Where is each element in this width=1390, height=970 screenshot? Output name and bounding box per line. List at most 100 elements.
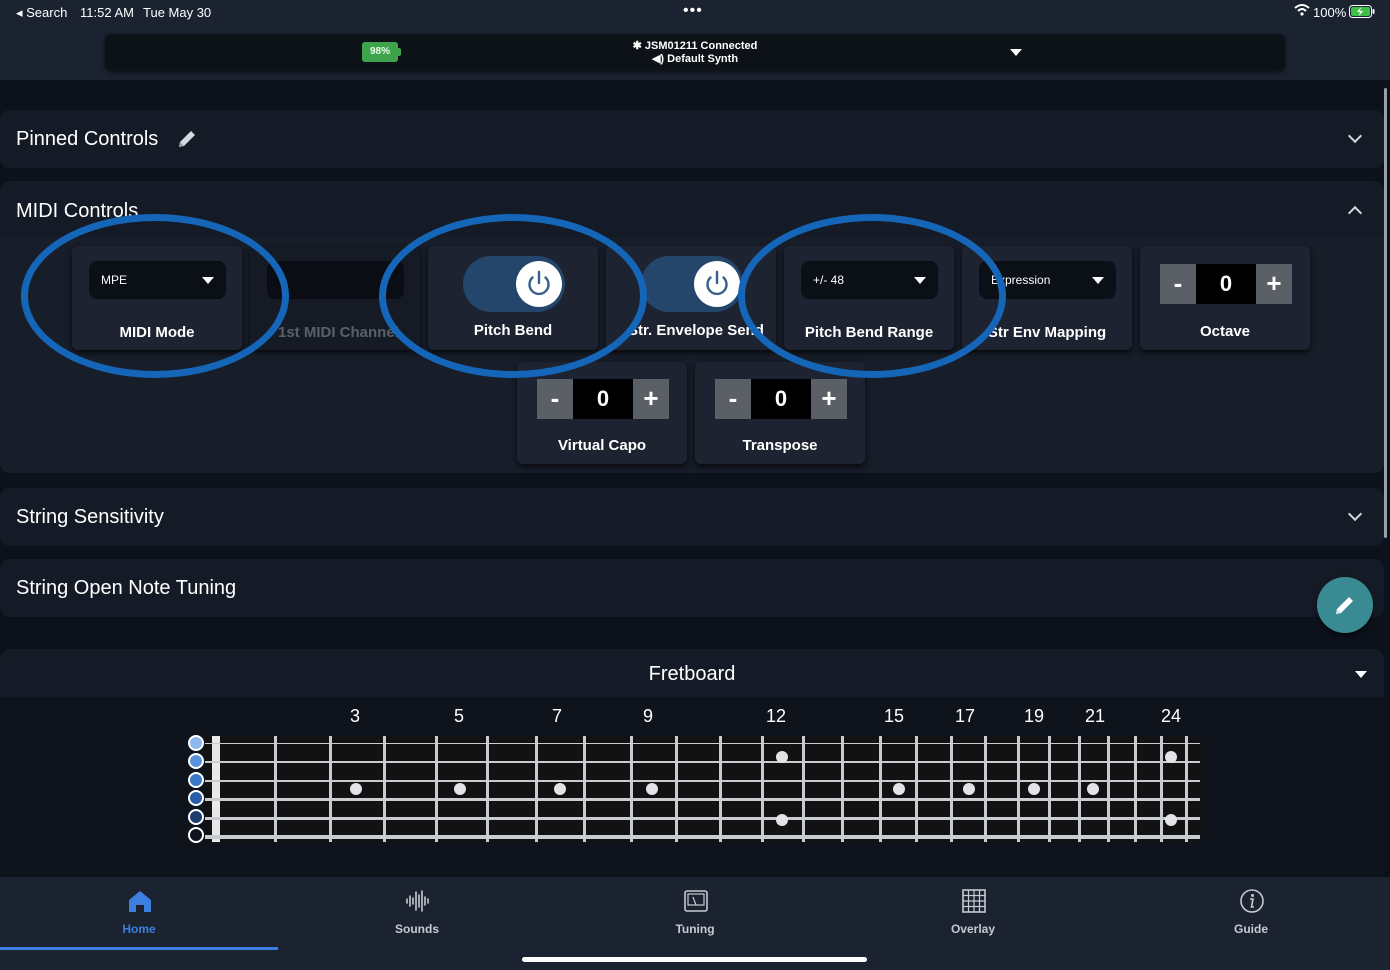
card-label: Transpose bbox=[742, 437, 818, 454]
string-open-note-tuning-section[interactable]: String Open Note Tuning bbox=[0, 559, 1384, 617]
guitar-string bbox=[205, 798, 1200, 801]
fret-inlay bbox=[554, 783, 566, 795]
virtual-capo-value: 0 bbox=[573, 379, 633, 419]
fret-inlay bbox=[1028, 783, 1040, 795]
fret-line bbox=[630, 736, 633, 842]
fret-line bbox=[583, 736, 586, 842]
fret-line bbox=[984, 736, 987, 842]
string-select-dot[interactable] bbox=[188, 735, 204, 751]
device-name: ✱ JSM01211 Connected bbox=[632, 40, 758, 52]
fret-line bbox=[761, 736, 764, 842]
wifi-icon bbox=[1294, 4, 1310, 19]
string-sensitivity-section[interactable]: String Sensitivity bbox=[0, 488, 1384, 546]
device-selector[interactable]: 98% ✱ JSM01211 Connected ◀) Default Synt… bbox=[105, 34, 1285, 70]
tab-overlay[interactable]: Overlay bbox=[834, 878, 1112, 950]
str-envelope-toggle[interactable] bbox=[641, 256, 743, 312]
fret-line bbox=[915, 736, 918, 842]
fretboard-collapse-icon[interactable] bbox=[1355, 671, 1367, 678]
fret-number: 12 bbox=[765, 706, 787, 726]
guitar-string bbox=[205, 817, 1200, 820]
info-icon bbox=[1240, 889, 1264, 913]
device-dropdown-icon[interactable] bbox=[1010, 49, 1022, 56]
string-select-dot[interactable] bbox=[188, 827, 204, 843]
home-indicator[interactable] bbox=[522, 957, 867, 962]
fret-line bbox=[950, 736, 953, 842]
string-select-dot[interactable] bbox=[188, 790, 204, 806]
battery-charging-icon bbox=[1349, 5, 1375, 21]
section-title: String Sensitivity bbox=[16, 506, 164, 528]
pinned-controls-section[interactable]: Pinned Controls bbox=[0, 110, 1384, 168]
grid-icon bbox=[962, 889, 986, 913]
fret-line bbox=[1107, 736, 1110, 842]
scrollbar[interactable] bbox=[1384, 88, 1387, 538]
fret-line bbox=[675, 736, 678, 842]
fret-inlay-double bbox=[1165, 751, 1177, 763]
status-bar: ◂ Search 11:52 AM Tue May 30 ••• 100% bbox=[0, 0, 1390, 24]
fret-line bbox=[486, 736, 489, 842]
tab-home[interactable]: Home bbox=[0, 878, 278, 950]
card-label: Virtual Capo bbox=[557, 437, 647, 454]
guitar-string bbox=[205, 761, 1200, 763]
guitar-string bbox=[205, 780, 1200, 782]
tuning-icon bbox=[684, 890, 708, 912]
string-select-dot[interactable] bbox=[188, 753, 204, 769]
transpose-card: - 0 + Transpose bbox=[695, 362, 865, 464]
section-title: String Open Note Tuning bbox=[16, 577, 237, 599]
transpose-increment-button[interactable]: + bbox=[811, 379, 847, 419]
chevron-down-icon[interactable] bbox=[1347, 506, 1363, 522]
fret-inlay bbox=[1087, 783, 1099, 795]
tab-sounds[interactable]: Sounds bbox=[278, 878, 556, 950]
fret-number: 5 bbox=[453, 706, 464, 726]
tab-guide[interactable]: Guide bbox=[1112, 878, 1390, 950]
chevron-down-icon[interactable] bbox=[1347, 128, 1363, 144]
edit-fab-button[interactable] bbox=[1317, 577, 1373, 633]
fret-inlay bbox=[963, 783, 975, 795]
fret-line bbox=[879, 736, 882, 842]
tab-label: Sounds bbox=[395, 922, 439, 936]
section-title: Pinned Controls bbox=[16, 128, 159, 150]
fret-inlay-double bbox=[776, 751, 788, 763]
fret-line bbox=[274, 736, 277, 842]
fret-line bbox=[719, 736, 722, 842]
home-icon bbox=[129, 891, 151, 912]
fret-line bbox=[383, 736, 386, 842]
fret-inlay-double bbox=[1165, 814, 1177, 826]
tab-label: Home bbox=[122, 922, 156, 936]
guitar-string bbox=[205, 743, 1200, 744]
virtual-capo-increment-button[interactable]: + bbox=[633, 379, 669, 419]
tab-label: Guide bbox=[1233, 922, 1268, 936]
string-select-dot[interactable] bbox=[188, 772, 204, 788]
waveform-icon bbox=[406, 890, 429, 912]
section-title: Fretboard bbox=[648, 663, 736, 685]
fret-number: 24 bbox=[1160, 706, 1182, 726]
transpose-decrement-button[interactable]: - bbox=[715, 379, 751, 419]
status-time: 11:52 AM bbox=[80, 5, 134, 20]
status-date: Tue May 30 bbox=[143, 5, 212, 20]
transpose-value: 0 bbox=[751, 379, 811, 419]
highlight-oval-pitch-bend bbox=[379, 214, 647, 378]
octave-increment-button[interactable]: + bbox=[1256, 264, 1292, 304]
fret-number: 21 bbox=[1084, 706, 1106, 726]
bluetooth-icon: ✱ bbox=[632, 40, 642, 52]
tab-label: Tuning bbox=[675, 922, 715, 936]
card-label: Octave bbox=[1199, 323, 1251, 340]
pencil-icon[interactable] bbox=[176, 128, 198, 155]
tab-label: Overlay bbox=[950, 922, 996, 936]
pencil-icon bbox=[1336, 597, 1353, 614]
back-to-search[interactable]: ◂ Search bbox=[16, 5, 67, 21]
toggle-knob bbox=[694, 261, 740, 307]
fret-line bbox=[329, 736, 332, 842]
octave-decrement-button[interactable]: - bbox=[1160, 264, 1196, 304]
multitask-dots-icon[interactable]: ••• bbox=[683, 2, 703, 20]
virtual-capo-decrement-button[interactable]: - bbox=[537, 379, 573, 419]
highlight-oval-midi-mode bbox=[21, 214, 289, 378]
string-select-dot[interactable] bbox=[188, 809, 204, 825]
guitar-string bbox=[205, 835, 1200, 839]
fret-line bbox=[802, 736, 805, 842]
fret-number: 9 bbox=[642, 706, 653, 726]
device-synth: ◀) Default Synth bbox=[651, 53, 739, 65]
fret-line bbox=[1185, 736, 1188, 842]
tab-tuning[interactable]: Tuning bbox=[556, 878, 834, 950]
fret-inlay-double bbox=[776, 814, 788, 826]
chevron-up-icon[interactable] bbox=[1347, 205, 1363, 221]
